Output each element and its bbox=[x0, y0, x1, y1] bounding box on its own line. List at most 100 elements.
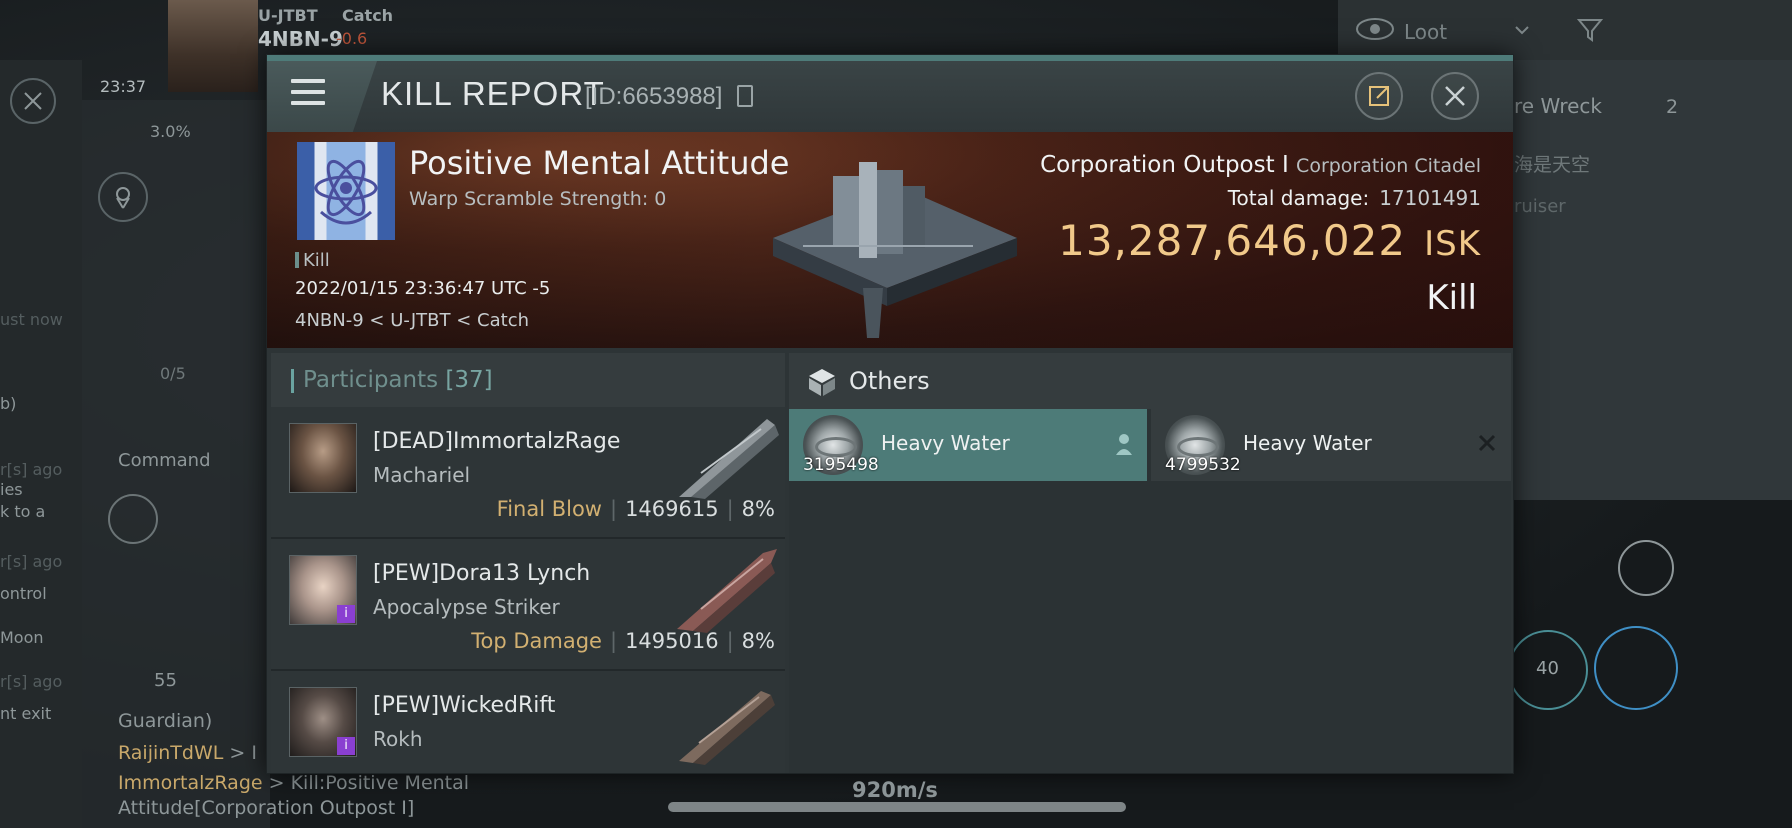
item-name: Heavy Water bbox=[881, 431, 1010, 455]
overview-panel bbox=[1512, 60, 1792, 500]
participants-list[interactable]: Participants [37] [DEAD]ImmortalzRage Ma… bbox=[271, 353, 785, 773]
chevron-down-icon[interactable] bbox=[1514, 24, 1530, 36]
close-button[interactable] bbox=[1431, 72, 1479, 120]
participant-ship: Rokh bbox=[373, 727, 423, 751]
scrollbar[interactable] bbox=[668, 802, 1126, 812]
participant-damage: 1495016 bbox=[625, 629, 719, 653]
victim-name[interactable]: Positive Mental Attitude bbox=[409, 144, 789, 182]
left-fragment: r[s] ago bbox=[0, 552, 63, 571]
isk-value: 13,287,646,022 ISK bbox=[1058, 216, 1481, 265]
left-fragment: r[s] ago bbox=[0, 672, 63, 691]
module-count: 40 bbox=[1536, 658, 1559, 679]
participant-row[interactable]: [DEAD]ImmortalzRage Machariel Final Blow… bbox=[271, 407, 785, 539]
participant-percent: 8% bbox=[741, 497, 775, 521]
page-title: KILL REPORT bbox=[381, 75, 605, 112]
chat-sender[interactable]: ImmortalzRage bbox=[118, 772, 263, 794]
hud-cargo: 3.0% bbox=[150, 122, 191, 141]
chat-sender[interactable]: RaijinTdWL bbox=[118, 742, 223, 764]
structure-image[interactable] bbox=[763, 148, 1027, 338]
person-icon bbox=[1116, 434, 1132, 455]
atom-icon bbox=[314, 159, 378, 225]
share-button[interactable] bbox=[1355, 72, 1403, 120]
participant-row[interactable]: i [PEW]WickedRift Rokh bbox=[271, 671, 785, 773]
chat-line[interactable]: ImmortalzRage > Kill:Positive Mental bbox=[118, 772, 469, 794]
left-fragment: k to a bbox=[0, 502, 46, 521]
participants-header: Participants [37] bbox=[271, 353, 785, 407]
participant-ship: Apocalypse Striker bbox=[373, 595, 560, 619]
info-icon[interactable]: i bbox=[337, 737, 355, 755]
hud-command[interactable]: Command bbox=[118, 450, 211, 471]
result-label: Kill bbox=[1426, 278, 1477, 318]
participant-name: [DEAD]ImmortalzRage bbox=[373, 429, 621, 454]
victim-ship-type[interactable]: Corporation Outpost I Corporation Citade… bbox=[1040, 152, 1481, 178]
ship-image bbox=[679, 419, 779, 499]
menu-icon bbox=[291, 79, 325, 109]
chat-line: Attitude[Corporation Outpost I] bbox=[118, 797, 415, 819]
filter-icon[interactable] bbox=[1576, 16, 1604, 44]
left-fragment: ies bbox=[0, 480, 23, 499]
close-hud-icon[interactable] bbox=[10, 78, 56, 124]
location-pin-icon[interactable] bbox=[98, 172, 148, 222]
kill-location[interactable]: 4NBN-9 < U-JTBT < Catch bbox=[295, 310, 529, 331]
overview-chinese-label: 海是天空 bbox=[1514, 154, 1591, 176]
avatar[interactable]: i bbox=[289, 687, 357, 757]
swap-icon[interactable] bbox=[1618, 540, 1674, 596]
chat-text: > Kill:Positive Mental bbox=[262, 772, 470, 794]
destroyed-x-icon bbox=[1478, 434, 1496, 452]
item-quantity: 3195498 bbox=[803, 455, 879, 475]
warp-scramble-strength: Warp Scramble Strength: 0 bbox=[409, 188, 667, 210]
participant-damage: 1469615 bbox=[625, 497, 719, 521]
item-name: Heavy Water bbox=[1243, 431, 1372, 455]
module-slot[interactable]: 40 bbox=[1508, 630, 1588, 710]
chat-line[interactable]: RaijinTdWL > I bbox=[118, 742, 257, 764]
overview-small-label: ruiser bbox=[1514, 196, 1566, 217]
kill-tag: Kill bbox=[295, 250, 330, 271]
left-fragment: ontrol bbox=[0, 584, 47, 603]
others-label: Others bbox=[849, 367, 930, 395]
hud-system-name[interactable]: 4NBN-9 bbox=[258, 27, 343, 51]
participant-stats: Final Blow | 1469615 | 8% bbox=[496, 497, 775, 521]
left-fragment: b) bbox=[0, 394, 17, 413]
copy-icon[interactable] bbox=[737, 85, 753, 107]
others-header: Others bbox=[789, 353, 1511, 409]
hud-security: -0.6 bbox=[336, 29, 368, 48]
hud-constellation: U-JTBT bbox=[258, 6, 318, 25]
menu-button[interactable] bbox=[267, 61, 377, 132]
hud-slot-count: 0/5 bbox=[160, 364, 186, 383]
others-panel: Others Heavy Water 3195498 Heavy Water 4… bbox=[789, 353, 1511, 773]
report-id: [ID:6653988] bbox=[585, 83, 723, 110]
participant-name: [PEW]Dora13 Lynch bbox=[373, 561, 591, 586]
item-card[interactable]: Heavy Water 4799532 bbox=[1151, 409, 1511, 481]
cube-icon bbox=[809, 369, 835, 396]
ship-class: Corporation Citadel bbox=[1296, 155, 1481, 177]
kill-report-panel: KILL REPORT [ID:6653988] Positive Mental… bbox=[266, 54, 1514, 774]
eye-icon[interactable] bbox=[1354, 14, 1396, 44]
left-fragment: ust now bbox=[0, 310, 63, 329]
avatar[interactable]: i bbox=[289, 555, 357, 625]
kill-report-header: KILL REPORT [ID:6653988] bbox=[267, 61, 1513, 132]
total-damage-label: Total damage: bbox=[1227, 186, 1370, 210]
hud-region: Catch bbox=[342, 6, 394, 25]
pilot-portrait[interactable] bbox=[168, 0, 258, 92]
participant-name: [PEW]WickedRift bbox=[373, 693, 556, 718]
total-damage: Total damage: 17101491 bbox=[1228, 186, 1481, 210]
chat-text: > I bbox=[223, 742, 257, 764]
close-icon bbox=[1445, 86, 1465, 106]
command-target-icon[interactable] bbox=[108, 494, 158, 544]
loot-filter[interactable]: Loot bbox=[1404, 20, 1447, 44]
left-fragment: r[s] ago bbox=[0, 460, 63, 479]
participants-count: [37] bbox=[445, 367, 493, 393]
hud-clock: 23:37 bbox=[100, 77, 147, 96]
export-icon bbox=[1369, 86, 1389, 106]
avatar[interactable] bbox=[289, 423, 357, 493]
participant-role: Final Blow bbox=[496, 497, 602, 521]
participant-stats: Top Damage | 1495016 | 8% bbox=[471, 629, 775, 653]
total-damage-value: 17101491 bbox=[1379, 186, 1481, 210]
item-card[interactable]: Heavy Water 3195498 bbox=[789, 409, 1147, 481]
participant-row[interactable]: i [PEW]Dora13 Lynch Apocalypse Striker T… bbox=[271, 539, 785, 671]
overview-item-label[interactable]: re Wreck bbox=[1514, 94, 1602, 118]
corporation-logo[interactable] bbox=[297, 142, 395, 240]
module-slot-active[interactable] bbox=[1594, 626, 1678, 710]
hud-local-count: 55 bbox=[154, 670, 177, 691]
info-icon[interactable]: i bbox=[337, 605, 355, 623]
